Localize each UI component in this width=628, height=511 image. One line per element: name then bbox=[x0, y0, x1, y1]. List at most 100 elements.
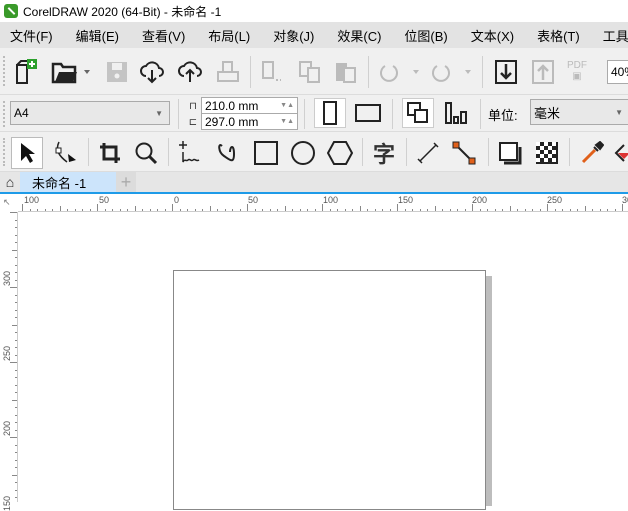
vertical-ruler[interactable]: 300 250 200 150 bbox=[0, 212, 18, 511]
tab-document[interactable]: 未命名 -1 bbox=[20, 172, 116, 192]
page-width-field[interactable]: 210.0 mm ▼▲ bbox=[201, 97, 298, 114]
zoom-level-field[interactable]: 40% bbox=[607, 60, 628, 84]
ruler-tick bbox=[254, 209, 256, 211]
export-icon[interactable] bbox=[529, 58, 557, 86]
ruler-tick bbox=[299, 209, 301, 211]
freehand-tool-icon[interactable] bbox=[174, 137, 206, 169]
ellipse-tool-icon[interactable] bbox=[287, 137, 319, 169]
ruler-tick bbox=[442, 209, 443, 211]
menu-text[interactable]: 文本(X) bbox=[471, 26, 514, 45]
page-size-select[interactable]: A4 ▼ bbox=[10, 101, 170, 125]
spinner-icon[interactable]: ▼▲ bbox=[280, 102, 294, 109]
ruler-tick bbox=[15, 219, 17, 221]
all-pages-icon[interactable] bbox=[402, 98, 434, 128]
ruler-tick bbox=[15, 407, 17, 408]
ruler-tick bbox=[127, 209, 128, 211]
menu-layout[interactable]: 布局(L) bbox=[208, 26, 250, 45]
rectangle-tool-icon[interactable] bbox=[250, 137, 282, 169]
cloud-upload-icon[interactable] bbox=[176, 58, 204, 86]
portrait-icon[interactable] bbox=[314, 98, 346, 128]
copy-icon[interactable] bbox=[296, 58, 324, 86]
ruler-tick bbox=[547, 204, 548, 211]
ruler-tick bbox=[37, 209, 38, 211]
ruler-tick bbox=[577, 209, 578, 211]
current-page-icon[interactable] bbox=[440, 98, 472, 128]
paste-icon[interactable] bbox=[332, 58, 360, 86]
units-select[interactable]: 毫米 ▼ bbox=[530, 99, 628, 125]
undo-icon[interactable] bbox=[376, 58, 420, 86]
open-icon[interactable] bbox=[50, 58, 92, 86]
menu-object[interactable]: 对象(J) bbox=[273, 26, 314, 45]
interactive-fill-icon[interactable] bbox=[612, 137, 628, 169]
redo-icon[interactable] bbox=[428, 58, 472, 86]
add-tab-button[interactable]: + bbox=[116, 172, 136, 192]
toolbox: 字 bbox=[0, 132, 628, 172]
new-document-icon[interactable] bbox=[12, 58, 40, 86]
cloud-download-icon[interactable] bbox=[138, 58, 166, 86]
menu-file[interactable]: 文件(F) bbox=[10, 26, 53, 45]
ruler-tick bbox=[592, 209, 593, 211]
dimension-tool-icon[interactable] bbox=[412, 137, 444, 169]
zoom-tool-icon[interactable] bbox=[130, 137, 162, 169]
polygon-tool-icon[interactable] bbox=[324, 137, 356, 169]
ruler-tick bbox=[239, 209, 241, 211]
ruler-origin-icon[interactable]: ↖ bbox=[0, 194, 18, 212]
menu-tools[interactable]: 工具(O) bbox=[603, 26, 628, 45]
ruler-tick bbox=[494, 209, 496, 211]
menu-edit[interactable]: 编辑(E) bbox=[76, 26, 119, 45]
page-height-field[interactable]: 297.0 mm ▼▲ bbox=[201, 113, 298, 130]
ruler-tick bbox=[15, 302, 17, 303]
menu-effects[interactable]: 效果(C) bbox=[337, 26, 381, 45]
ruler-tick bbox=[232, 209, 233, 211]
ruler-tick bbox=[269, 209, 271, 211]
chevron-down-icon: ▼ bbox=[615, 107, 623, 117]
ruler-tick bbox=[307, 209, 308, 211]
drop-shadow-tool-icon[interactable] bbox=[494, 137, 526, 169]
ruler-label: 50 bbox=[99, 195, 110, 205]
ruler-tick bbox=[15, 354, 17, 356]
toolbar-grip[interactable] bbox=[3, 56, 5, 86]
document-page[interactable] bbox=[173, 270, 486, 510]
ruler-tick bbox=[562, 209, 563, 211]
ruler-tick bbox=[15, 489, 17, 491]
menu-view[interactable]: 查看(V) bbox=[142, 26, 185, 45]
ruler-tick bbox=[15, 497, 17, 498]
spinner-icon[interactable]: ▼▲ bbox=[280, 118, 294, 125]
page-width-icon: ⊓ bbox=[189, 100, 197, 112]
publish-pdf-button[interactable]: PDF ▣ bbox=[564, 56, 590, 86]
ruler-tick bbox=[112, 209, 113, 211]
ruler-tick bbox=[82, 209, 83, 211]
import-icon[interactable] bbox=[492, 58, 520, 86]
ruler-tick bbox=[15, 377, 17, 378]
transparency-tool-icon[interactable] bbox=[531, 137, 563, 169]
tab-document-label: 未命名 -1 bbox=[32, 175, 87, 191]
ruler-tick bbox=[29, 209, 31, 211]
landscape-icon[interactable] bbox=[352, 98, 384, 128]
pick-tool-icon[interactable] bbox=[11, 137, 43, 169]
text-tool-icon[interactable]: 字 bbox=[368, 137, 400, 169]
menu-bitmaps[interactable]: 位图(B) bbox=[404, 26, 447, 45]
ruler-tick bbox=[202, 209, 203, 211]
ruler-tick bbox=[614, 209, 616, 211]
toolbar-grip[interactable] bbox=[3, 138, 5, 166]
print-icon[interactable] bbox=[214, 58, 242, 86]
ruler-tick bbox=[10, 287, 17, 288]
connector-tool-icon[interactable] bbox=[448, 137, 480, 169]
menu-table[interactable]: 表格(T) bbox=[537, 26, 580, 45]
ruler-tick bbox=[419, 209, 421, 211]
shape-tool-icon[interactable] bbox=[50, 137, 82, 169]
eyedropper-tool-icon[interactable] bbox=[576, 137, 608, 169]
ruler-tick bbox=[149, 209, 151, 211]
ruler-tick bbox=[277, 209, 278, 211]
ruler-tick bbox=[15, 414, 17, 416]
ruler-tick bbox=[15, 309, 17, 311]
ruler-tick bbox=[89, 209, 91, 211]
cut-icon[interactable] bbox=[258, 58, 286, 86]
toolbar-grip[interactable] bbox=[3, 101, 5, 127]
home-icon[interactable]: ⌂ bbox=[0, 172, 20, 192]
horizontal-ruler[interactable]: 10050050100150200250300 bbox=[18, 194, 628, 212]
artistic-media-icon[interactable] bbox=[212, 137, 244, 169]
crop-tool-icon[interactable] bbox=[94, 137, 126, 169]
ruler-tick bbox=[532, 209, 533, 211]
save-icon[interactable] bbox=[103, 58, 131, 86]
